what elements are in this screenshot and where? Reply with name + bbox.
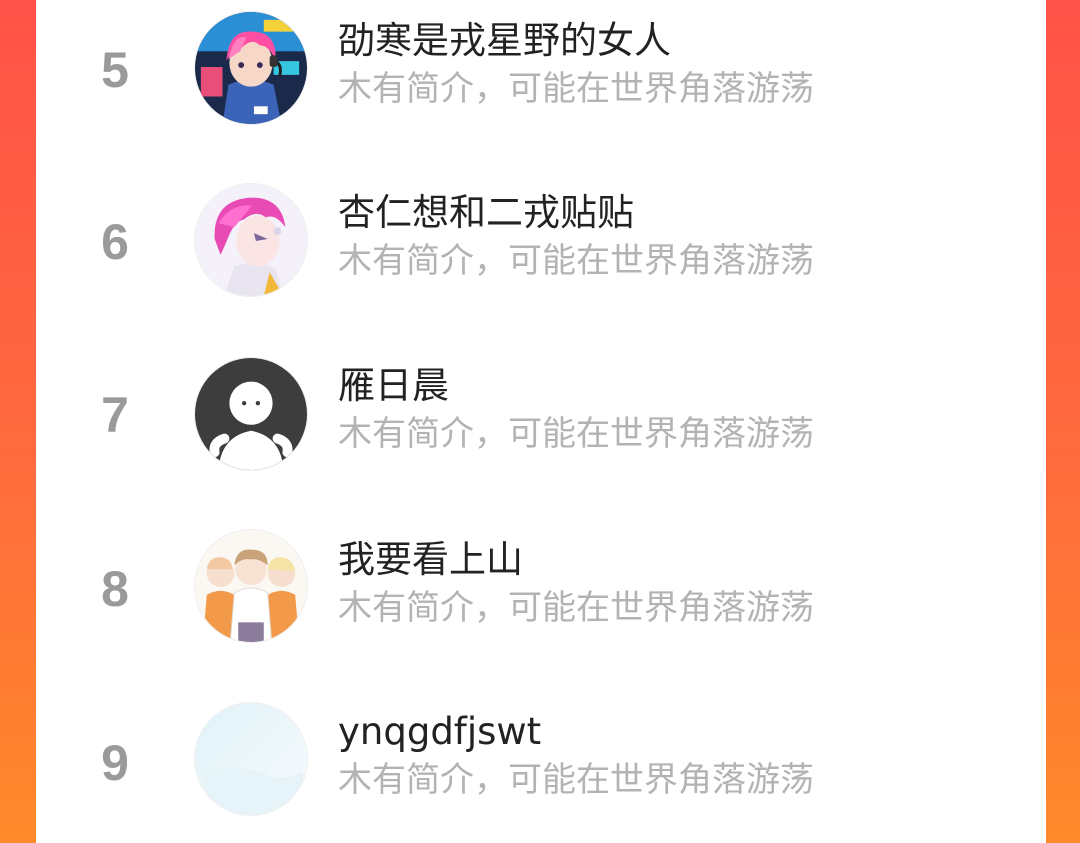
default-white-figure-avatar[interactable] [194,357,308,471]
user-name[interactable]: 杏仁想和二戎贴贴 [338,191,634,235]
list-item[interactable]: 7 雁日晨 木有简介，可能在世界角落游荡 [36,344,1046,516]
user-name[interactable]: 我要看上山 [338,538,523,582]
user-bio: 木有简介，可能在世界角落游荡 [338,69,814,109]
user-name[interactable]: 雁日晨 [338,364,449,408]
rank-number: 7 [101,387,129,443]
three-chibi-boys-avatar[interactable] [194,529,308,643]
user-bio: 木有简介，可能在世界角落游荡 [338,588,814,628]
user-bio: 木有简介，可能在世界角落游荡 [338,760,814,800]
rank-number: 5 [101,42,129,98]
rank-number: 6 [101,214,129,270]
anime-boy-pink-hair-headset-avatar[interactable] [194,11,308,125]
rank-number: 9 [101,735,129,791]
user-name[interactable]: 劭寒是戎星野的女人 [338,19,671,63]
list-item[interactable]: 9 ynqgdfjswt 木有简介，可能在世界角落游荡 [36,688,1046,843]
screen-background: 5 劭寒是戎星野的女人 木有简介，可能在世界角落游荡 6 杏仁想和二戎贴贴 木有… [0,0,1080,843]
rank-number: 8 [101,561,129,617]
list-item[interactable]: 8 我要看上山 木有简介，可能在世界角落游荡 [36,516,1046,688]
user-name[interactable]: ynqgdfjswt [338,710,541,754]
light-blue-blank-avatar[interactable] [194,702,308,816]
list-item[interactable]: 5 劭寒是戎星野的女人 木有简介，可能在世界角落游荡 [36,0,1046,172]
user-bio: 木有简介，可能在世界角落游荡 [338,241,814,281]
list-item[interactable]: 6 杏仁想和二戎贴贴 木有简介，可能在世界角落游荡 [36,172,1046,344]
user-bio: 木有简介，可能在世界角落游荡 [338,414,814,454]
ranking-list: 5 劭寒是戎星野的女人 木有简介，可能在世界角落游荡 6 杏仁想和二戎贴贴 木有… [36,0,1046,843]
anime-boy-pink-hair-avatar[interactable] [194,183,308,297]
